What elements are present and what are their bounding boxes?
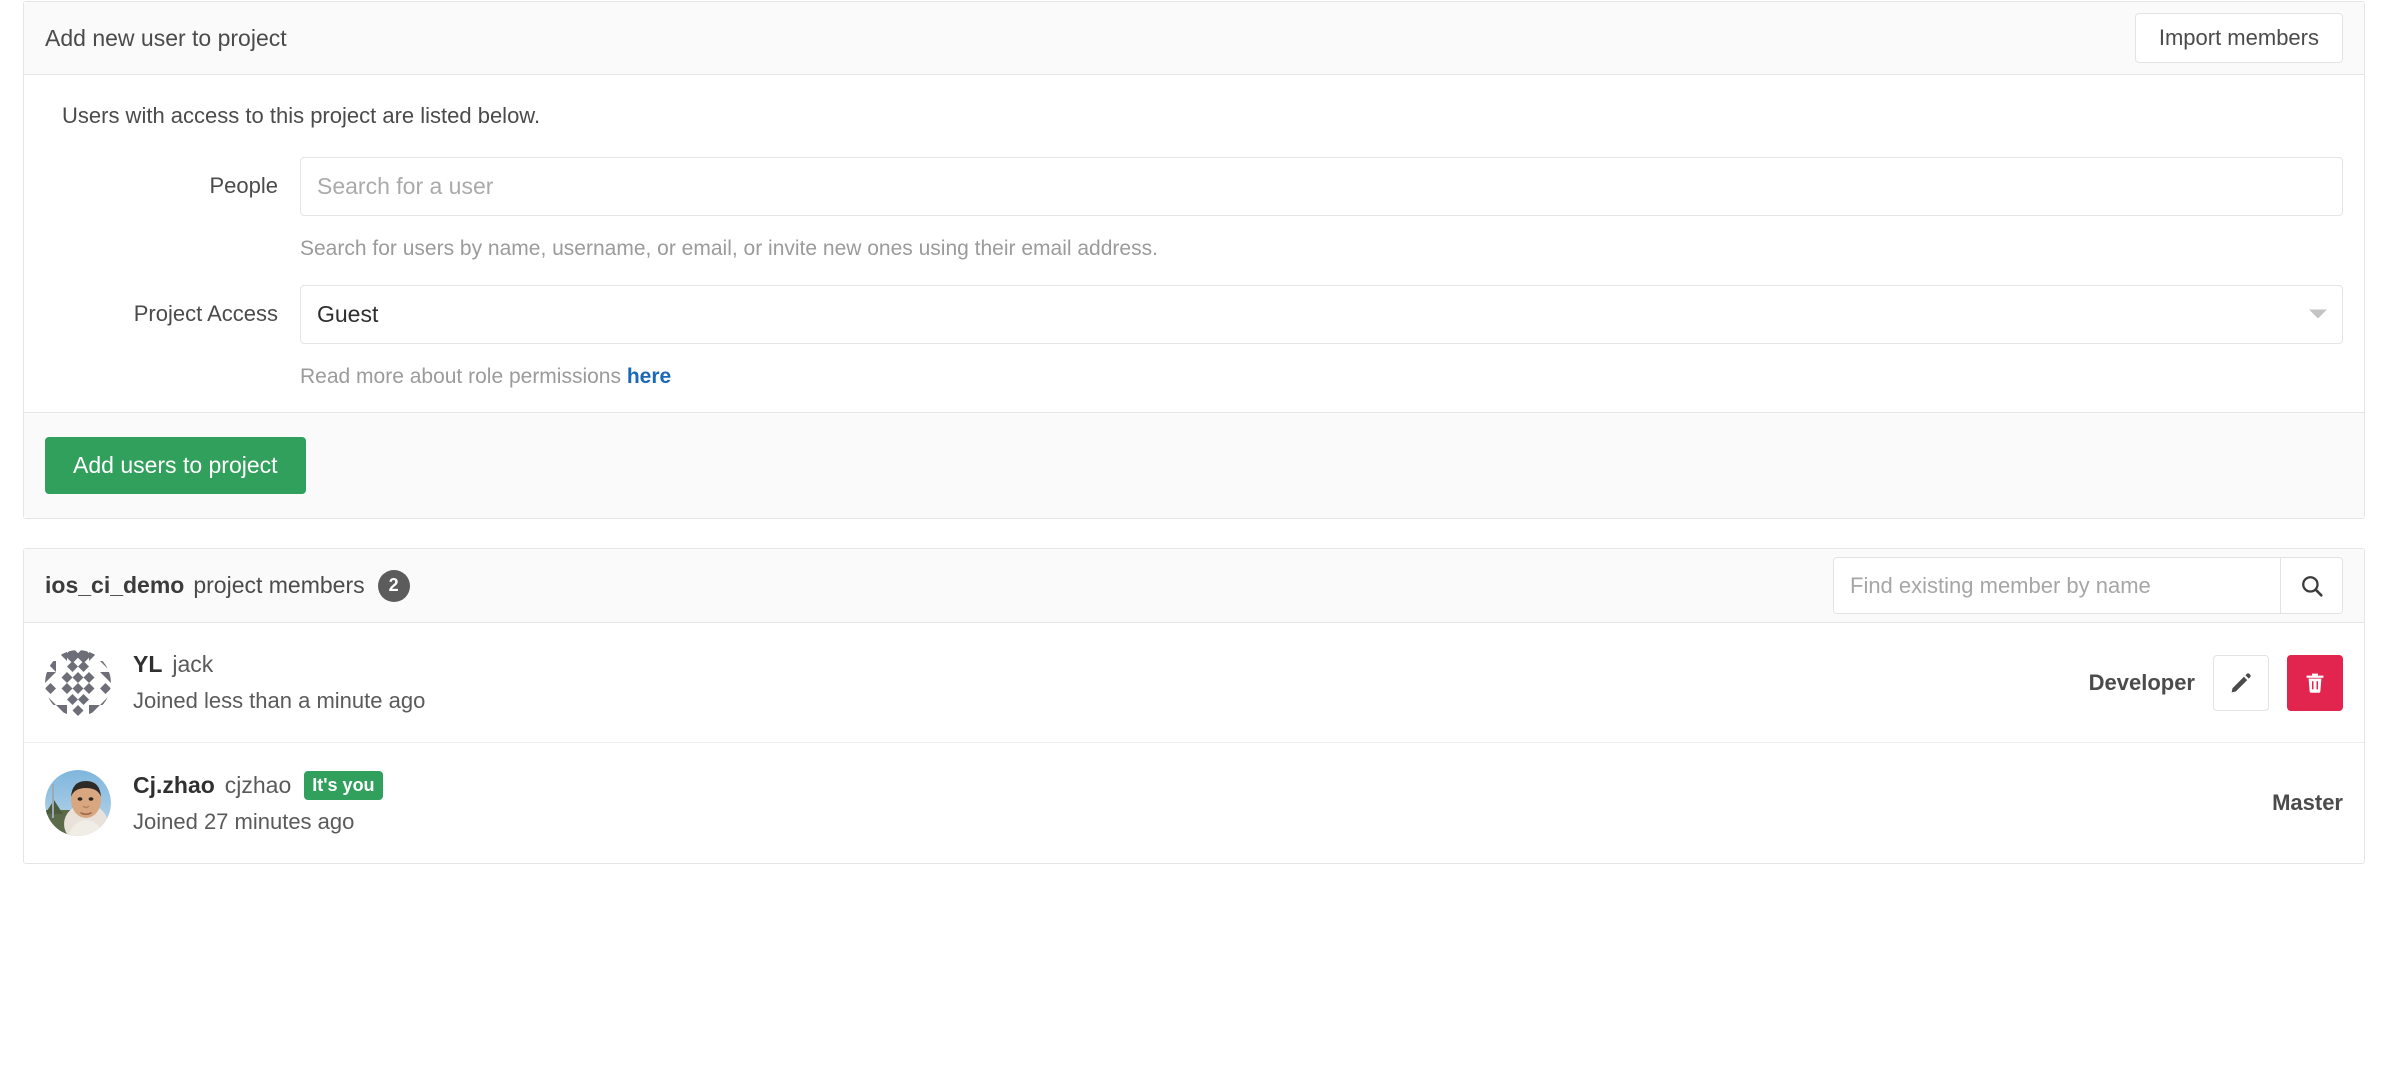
member-display-name: Cj.zhao [133,770,215,801]
project-name-label: ios_ci_demo [45,572,184,599]
role-permissions-help-prefix: Read more about role permissions [300,365,627,388]
people-search-input[interactable] [300,157,2343,216]
edit-member-button[interactable] [2213,655,2269,711]
member-identity: YL jack Joined less than a minute ago [45,649,425,716]
member-info: YL jack Joined less than a minute ago [133,649,425,716]
intro-text: Users with access to this project are li… [62,102,2343,131]
add-new-user-footer: Add users to project [24,412,2364,518]
project-access-form-row: Project Access Guest Read more about rol… [45,285,2343,390]
search-icon [2299,573,2325,599]
role-permissions-help: Read more about role permissions here [300,363,2343,390]
member-identity: Cj.zhao cjzhao It's you Joined 27 minute… [45,770,383,837]
member-joined-text: Joined less than a minute ago [133,686,425,716]
project-access-select[interactable]: Guest [300,285,2343,344]
member-name-line: Cj.zhao cjzhao It's you [133,770,383,801]
member-search-input[interactable] [1833,557,2281,614]
identicon-avatar [45,650,111,716]
member-name-line: YL jack [133,649,425,680]
project-access-label: Project Access [45,285,300,327]
table-row[interactable]: YL jack Joined less than a minute ago De… [24,623,2364,743]
role-permissions-link[interactable]: here [627,365,671,388]
member-info: Cj.zhao cjzhao It's you Joined 27 minute… [133,770,383,837]
project-members-heading-rest: project members [193,572,364,599]
pencil-icon [2229,671,2253,695]
member-search-group [1833,557,2343,614]
project-access-control-wrap: Guest Read more about role permissions h… [300,285,2343,390]
its-you-badge: It's you [304,771,382,801]
chevron-down-icon[interactable] [2309,310,2327,319]
member-actions: Developer [2089,655,2343,711]
people-form-row: People Search for users by name, usernam… [45,157,2343,285]
project-access-selected-value: Guest [317,301,378,328]
project-access-select-wrap: Guest [300,285,2343,344]
photo-avatar [45,770,111,836]
member-display-name: YL [133,649,162,680]
project-members-header: ios_ci_demo project members 2 [24,549,2364,623]
member-role-label: Master [2272,790,2343,816]
member-joined-text: Joined 27 minutes ago [133,807,383,837]
member-search-button[interactable] [2281,557,2343,614]
import-members-button[interactable]: Import members [2135,13,2343,63]
identicon-pattern-icon [45,650,111,716]
member-count-badge: 2 [378,570,410,602]
member-actions: Master [2272,790,2343,816]
people-help-text: Search for users by name, username, or e… [300,235,2343,262]
members-settings-page: Add new user to project Import members U… [0,0,2388,1072]
delete-member-button[interactable] [2287,655,2343,711]
page-title: Add new user to project [45,27,287,50]
add-new-user-header: Add new user to project Import members [24,2,2364,75]
user-photo-icon [45,770,111,836]
table-row[interactable]: Cj.zhao cjzhao It's you Joined 27 minute… [24,743,2364,863]
member-username: cjzhao [225,770,291,801]
project-members-panel: ios_ci_demo project members 2 [23,548,2365,864]
add-users-to-project-button[interactable]: Add users to project [45,437,306,494]
trash-icon [2303,671,2327,695]
people-label: People [45,157,300,199]
add-new-user-panel: Add new user to project Import members U… [23,1,2365,519]
member-username: jack [172,649,213,680]
people-control-wrap: Search for users by name, username, or e… [300,157,2343,285]
member-role-label: Developer [2089,670,2195,696]
project-members-heading: ios_ci_demo project members 2 [45,570,410,602]
add-new-user-body: Users with access to this project are li… [24,75,2364,412]
